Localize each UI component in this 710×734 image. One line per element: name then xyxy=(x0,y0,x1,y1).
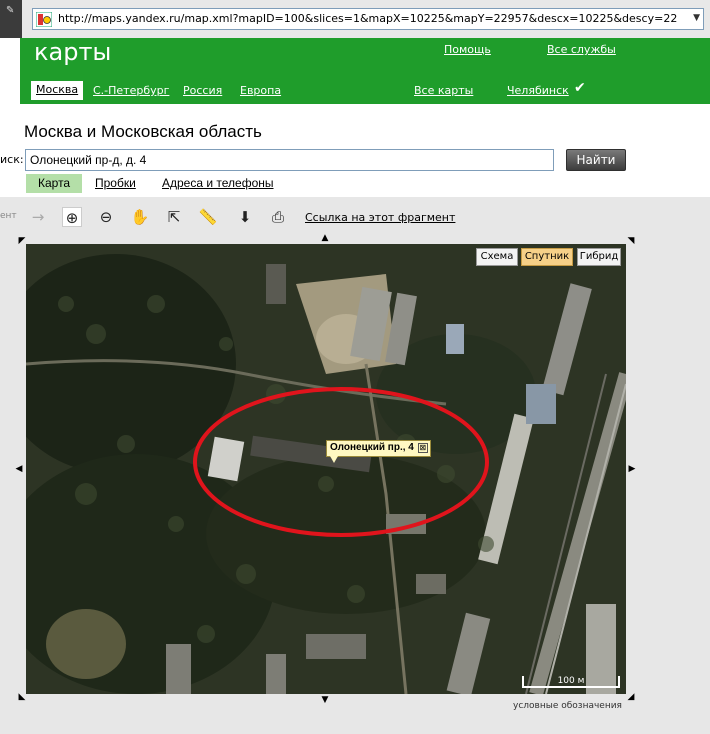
ruler-icon[interactable]: 📏 xyxy=(198,207,218,227)
all-services-link[interactable]: Все службы xyxy=(547,43,616,56)
browser-address-bar: ✎ http://maps.yandex.ru/map.xml?mapID=10… xyxy=(0,0,710,38)
balloon-text: Олонецкий пр., 4 xyxy=(330,442,414,453)
mode-scheme-button[interactable]: Схема xyxy=(476,248,518,266)
favicon-icon xyxy=(36,12,52,27)
all-maps-link[interactable]: Все карты xyxy=(414,84,473,97)
city-link[interactable]: Челябинск xyxy=(507,84,569,97)
info-cursor-icon[interactable]: ⇱ xyxy=(164,207,184,227)
legend-link[interactable]: условные обозначения xyxy=(513,701,622,711)
map-scale: 100 м xyxy=(522,676,620,688)
mode-satellite-button[interactable]: Спутник xyxy=(521,248,573,266)
link-to-fragment[interactable]: Ссылка на этот фрагмент xyxy=(305,211,455,224)
corner-top-right-icon[interactable]: ◥ xyxy=(626,236,636,246)
corner-bottom-right-icon[interactable]: ◢ xyxy=(626,692,636,702)
pan-up-arrow[interactable]: ▲ xyxy=(320,233,330,243)
browser-sidebar: ✎ xyxy=(0,0,22,38)
url-field[interactable]: http://maps.yandex.ru/map.xml?mapID=100&… xyxy=(32,8,704,30)
page-title: Москва и Московская область xyxy=(24,122,262,141)
pin-icon[interactable]: ⬇ xyxy=(235,207,255,227)
tab-moscow[interactable]: Москва xyxy=(31,81,84,100)
url-text: http://maps.yandex.ru/map.xml?mapID=100&… xyxy=(58,12,678,25)
check-icon: ✔ xyxy=(574,80,586,96)
chevron-down-icon[interactable]: ▼ xyxy=(693,13,700,23)
site-logo[interactable]: карты xyxy=(34,38,111,66)
pan-right-arrow[interactable]: ▶ xyxy=(627,464,637,474)
search-label: иск: xyxy=(0,153,24,166)
pan-down-arrow[interactable]: ▼ xyxy=(320,695,330,705)
satellite-imagery xyxy=(26,244,626,694)
zoom-in-icon[interactable]: ⊕ xyxy=(62,207,82,227)
help-link[interactable]: Помощь xyxy=(444,43,491,56)
print-icon[interactable]: ⎙ xyxy=(268,207,288,227)
hand-icon[interactable]: ✋ xyxy=(130,207,150,227)
address-balloon[interactable]: Олонецкий пр., 4 ⊠ xyxy=(326,440,431,457)
find-button[interactable]: Найти xyxy=(566,149,626,171)
header-green-band: карты Помощь Все службы Москва С.-Петерб… xyxy=(20,38,710,104)
tab-traffic[interactable]: Пробки xyxy=(95,176,136,190)
tab-russia[interactable]: Россия xyxy=(183,84,222,97)
satellite-map[interactable] xyxy=(26,244,626,694)
pencil-icon[interactable]: ✎ xyxy=(6,6,18,16)
tab-spb[interactable]: С.-Петербург xyxy=(93,84,169,97)
pan-left-arrow[interactable]: ◀ xyxy=(14,464,24,474)
toolbar-left-label: ент xyxy=(0,211,17,221)
zoom-out-icon[interactable]: ⊖ xyxy=(96,207,116,227)
arrow-right-icon[interactable]: → xyxy=(28,207,48,227)
close-icon[interactable]: ⊠ xyxy=(417,443,428,453)
tab-europe[interactable]: Европа xyxy=(240,84,281,97)
tab-addresses[interactable]: Адреса и телефоны xyxy=(162,176,274,190)
balloon-tail xyxy=(330,456,338,463)
search-input[interactable]: Олонецкий пр-д, д. 4 xyxy=(25,149,554,171)
mode-hybrid-button[interactable]: Гибрид xyxy=(577,248,621,266)
site-header: карты Помощь Все службы Москва С.-Петерб… xyxy=(0,38,710,108)
tab-map[interactable]: Карта xyxy=(26,174,83,193)
